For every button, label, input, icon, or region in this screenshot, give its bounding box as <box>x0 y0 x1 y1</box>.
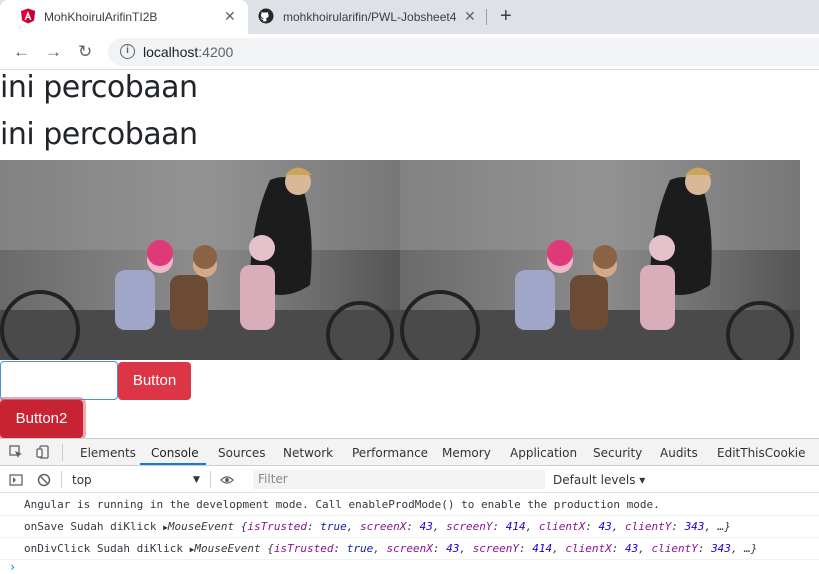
context-selector[interactable]: top <box>72 473 92 487</box>
clear-console-icon[interactable] <box>37 473 51 487</box>
screeny-value: 414 <box>505 520 526 533</box>
console-message: Angular is running in the development mo… <box>0 494 819 516</box>
tab-performance[interactable]: Performance <box>352 446 428 460</box>
tab-security[interactable]: Security <box>593 446 642 460</box>
device-toolbar-icon[interactable] <box>36 445 50 459</box>
tab-mohkhoirularifin[interactable]: MohKhoirulArifinTI2B ✕ <box>0 0 248 34</box>
clientx-value: 43 <box>598 520 612 533</box>
tab-memory[interactable]: Memory <box>442 446 491 460</box>
angular-icon <box>21 8 35 24</box>
close-icon[interactable]: ✕ <box>224 8 236 24</box>
devtools-tab-bar: Elements Console Sources Network Perform… <box>0 439 819 466</box>
sidebar-toggle-icon[interactable] <box>9 473 23 487</box>
screeny-value: 414 <box>532 542 553 555</box>
istrusted-value: true <box>320 520 347 533</box>
tab-network[interactable]: Network <box>283 446 333 460</box>
url-text[interactable]: localhost:4200 <box>143 44 233 60</box>
devtools-panel: Elements Console Sources Network Perform… <box>0 438 819 574</box>
url-host: localhost <box>143 44 199 60</box>
github-icon <box>258 8 274 24</box>
tab-sources[interactable]: Sources <box>218 446 265 460</box>
browser-toolbar: ← → ↻ i localhost:4200 <box>0 34 819 70</box>
log-prefix: onSave Sudah diKlick <box>24 520 164 533</box>
selected-tab-indicator <box>140 463 206 465</box>
tab-console[interactable]: Console <box>151 446 199 460</box>
text-input[interactable] <box>0 361 118 400</box>
screenx-value: 43 <box>419 520 433 533</box>
dropdown-arrow-icon[interactable]: ▼ <box>193 475 200 485</box>
info-icon[interactable]: i <box>120 44 135 59</box>
forward-arrow-icon[interactable]: → <box>45 42 62 62</box>
new-tab-button[interactable]: + <box>500 6 512 26</box>
tab-application[interactable]: Application <box>510 446 577 460</box>
eye-icon[interactable] <box>220 473 234 487</box>
log-object[interactable]: MouseEvent <box>168 520 234 533</box>
inspect-element-icon[interactable] <box>9 445 23 459</box>
tab-github[interactable]: mohkhoirularifin/PWL-Jobsheet4 ✕ <box>248 0 488 34</box>
filter-input[interactable]: Filter <box>253 470 545 489</box>
tab-elements[interactable]: Elements <box>80 446 136 460</box>
console-message: onDivClick Sudah diKlick ▶MouseEvent {is… <box>0 538 819 560</box>
screenx-value: 43 <box>446 542 460 555</box>
console-message: onSave Sudah diKlick ▶MouseEvent {isTrus… <box>0 516 819 538</box>
tab-editthiscookie[interactable]: EditThisCookie <box>717 446 806 460</box>
button2[interactable]: Button2 <box>0 400 83 438</box>
photo-cyclist-children <box>0 160 400 360</box>
clienty-value: 343 <box>684 520 705 533</box>
url-port: :4200 <box>198 44 234 60</box>
address-bar[interactable]: i localhost:4200 <box>108 38 819 66</box>
clientx-value: 43 <box>624 542 639 555</box>
log-levels-dropdown[interactable]: Default levels ▾ <box>553 473 645 487</box>
page-heading: ini percobaan <box>0 117 198 152</box>
log-object[interactable]: MouseEvent <box>194 542 260 555</box>
log-prefix: onDivClick Sudah diKlick <box>24 542 190 555</box>
console-toolbar: top ▼ Filter Default levels ▾ <box>0 467 819 493</box>
button[interactable]: Button <box>118 362 191 400</box>
tab-strip: MohKhoirulArifinTI2B ✕ mohkhoirularifin/… <box>0 0 819 34</box>
page-viewport: ini percobaan ini percobaan Button Butto… <box>0 70 819 438</box>
close-icon[interactable]: ✕ <box>464 8 476 24</box>
clienty-value: 343 <box>711 542 731 555</box>
reload-icon[interactable]: ↻ <box>78 42 92 62</box>
tab-separator <box>486 9 487 25</box>
separator <box>62 444 63 461</box>
log-text: Angular is running in the development mo… <box>24 498 660 511</box>
back-arrow-icon[interactable]: ← <box>13 42 30 62</box>
tab-title: MohKhoirulArifinTI2B <box>44 10 158 24</box>
separator <box>210 471 211 488</box>
tab-audits[interactable]: Audits <box>660 446 698 460</box>
tab-title: mohkhoirularifin/PWL-Jobsheet4 <box>283 10 457 24</box>
page-heading: ini percobaan <box>0 70 198 105</box>
separator <box>61 471 62 488</box>
photo-cyclist-children <box>400 160 800 360</box>
console-prompt[interactable]: › <box>9 560 16 574</box>
istrusted-value: true <box>346 542 374 555</box>
